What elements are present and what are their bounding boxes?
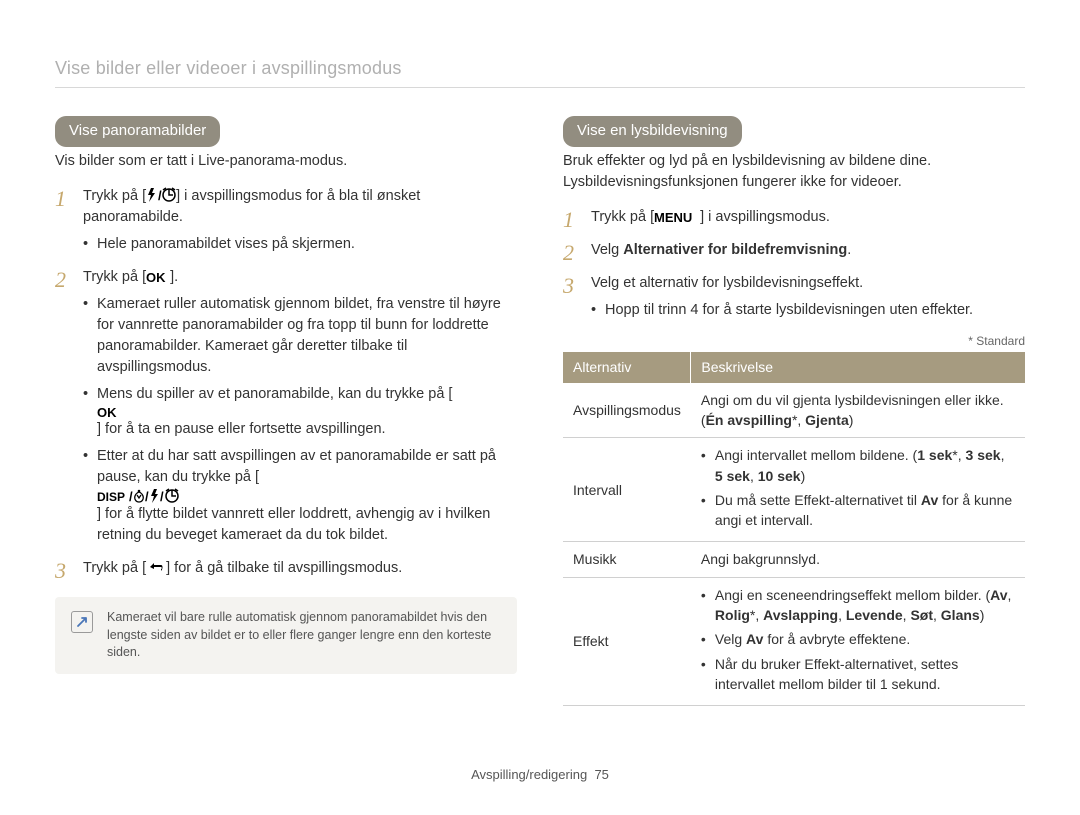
table-row: Musikk Angi bakgrunnslyd. <box>563 542 1025 577</box>
sub-item: Angi intervallet mellom bildene. (1 sek*… <box>701 445 1015 486</box>
breadcrumb: Vise bilder eller videoer i avspillingsm… <box>55 55 1025 81</box>
option-label: Effekt <box>563 577 691 705</box>
content-columns: Vise panoramabilder Vis bilder som er ta… <box>55 116 1025 706</box>
steps-list: 1 Trykk på [/] i avspillingsmodus for å … <box>55 186 517 579</box>
option-label: Intervall <box>563 438 691 542</box>
svg-text:DISP: DISP <box>97 490 125 504</box>
section-subtext: Bruk effekter og lyd på en lysbildevisni… <box>563 151 1025 193</box>
step-body: Velg Alternativer for bildefremvisning. <box>591 240 1025 261</box>
sub-item: Når du bruker Effekt-alternativet, sette… <box>701 654 1015 695</box>
step-body: Velg et alternativ for lysbildevisningse… <box>591 273 1025 294</box>
svg-text:/: / <box>129 489 133 504</box>
left-column: Vise panoramabilder Vis bilder som er ta… <box>55 116 517 706</box>
option-desc: Angi om du vil gjenta lysbildevisningen … <box>691 383 1025 438</box>
sub-item: Etter at du har satt avspillingen av et … <box>83 446 517 546</box>
svg-text:/: / <box>160 489 164 504</box>
page: Vise bilder eller videoer i avspillingsm… <box>0 0 1080 746</box>
note-icon <box>71 611 93 633</box>
step-1: 1 Trykk på [/] i avspillingsmodus for å … <box>55 186 517 255</box>
step-number: 3 <box>55 555 66 587</box>
sub-item: Mens du spiller av et panoramabilde, kan… <box>83 384 517 440</box>
table-row: Effekt Angi en sceneendringseffekt mello… <box>563 577 1025 705</box>
step-body: Trykk på [MENU] i avspillingsmodus. <box>591 207 1025 228</box>
disp-macro-flash-timer-icon: DISP / / / <box>97 488 517 504</box>
svg-text:/: / <box>158 188 162 203</box>
footer-section: Avspilling/redigering <box>471 767 587 782</box>
table-row: Intervall Angi intervallet mellom bilden… <box>563 438 1025 542</box>
step-2: 2 Velg Alternativer for bildefremvisning… <box>563 240 1025 261</box>
step-body: Trykk på [] for å gå tilbake til avspill… <box>83 558 517 579</box>
note-text: Kameraet vil bare rulle automatisk gjenn… <box>107 609 501 662</box>
step-number: 1 <box>563 204 574 236</box>
sub-item: Velg Av for å avbryte effektene. <box>701 629 1015 649</box>
sub-item: Angi en sceneendringseffekt mellom bilde… <box>701 585 1015 626</box>
svg-text:OK: OK <box>146 270 166 284</box>
step-number: 2 <box>55 264 66 296</box>
page-footer: Avspilling/redigering 75 <box>0 766 1080 785</box>
option-label: Avspillingsmodus <box>563 383 691 438</box>
section-pill-panorama: Vise panoramabilder <box>55 116 220 147</box>
sub-item: Hopp til trinn 4 for å starte lysbildevi… <box>591 300 1025 321</box>
option-desc: Angi en sceneendringseffekt mellom bilde… <box>691 577 1025 705</box>
step-3: 3 Velg et alternativ for lysbildevisning… <box>563 273 1025 321</box>
sub-list: Hele panoramabildet vises på skjermen. <box>83 234 517 255</box>
sub-list: Hopp til trinn 4 for å starte lysbildevi… <box>591 300 1025 321</box>
step-number: 3 <box>563 270 574 302</box>
menu-icon: MENU <box>654 210 700 224</box>
option-desc: Angi bakgrunnslyd. <box>691 542 1025 577</box>
step-1: 1 Trykk på [MENU] i avspillingsmodus. <box>563 207 1025 228</box>
step-2: 2 Trykk på [OK]. Kameraet ruller automat… <box>55 267 517 546</box>
sub-item: Kameraet ruller automatisk gjennom bilde… <box>83 294 517 378</box>
section-pill-slideshow: Vise en lysbildevisning <box>563 116 742 147</box>
step-3: 3 Trykk på [] for å gå tilbake til avspi… <box>55 558 517 579</box>
back-icon <box>146 559 166 575</box>
standard-note: * Standard <box>563 333 1025 350</box>
steps-list: 1 Trykk på [MENU] i avspillingsmodus. 2 … <box>563 207 1025 321</box>
note-box: Kameraet vil bare rulle automatisk gjenn… <box>55 597 517 674</box>
right-column: Vise en lysbildevisning Bruk effekter og… <box>563 116 1025 706</box>
table-row: Avspillingsmodus Angi om du vil gjenta l… <box>563 383 1025 438</box>
svg-text:OK: OK <box>97 405 117 419</box>
ok-icon: OK <box>146 270 170 284</box>
svg-text:/: / <box>145 489 149 504</box>
table-header-description: Beskrivelse <box>691 352 1025 382</box>
option-label: Musikk <box>563 542 691 577</box>
sub-item: Hele panoramabildet vises på skjermen. <box>83 234 517 255</box>
ok-icon: OK <box>97 405 517 419</box>
section-subtext: Vis bilder som er tatt i Live-panorama-m… <box>55 151 517 172</box>
step-number: 1 <box>55 183 66 215</box>
flash-timer-icon: / <box>146 187 176 203</box>
svg-text:MENU: MENU <box>654 210 692 224</box>
options-table: Alternativ Beskrivelse Avspillingsmodus … <box>563 352 1025 706</box>
page-number: 75 <box>594 767 608 782</box>
sub-list: Kameraet ruller automatisk gjennom bilde… <box>83 294 517 546</box>
step-number: 2 <box>563 237 574 269</box>
step-body: Trykk på [OK]. <box>83 267 517 288</box>
step-body: Trykk på [/] i avspillingsmodus for å bl… <box>83 186 517 228</box>
divider <box>55 87 1025 88</box>
option-desc: Angi intervallet mellom bildene. (1 sek*… <box>691 438 1025 542</box>
table-header-option: Alternativ <box>563 352 691 382</box>
sub-item: Du må sette Effekt-alternativet til Av f… <box>701 490 1015 531</box>
